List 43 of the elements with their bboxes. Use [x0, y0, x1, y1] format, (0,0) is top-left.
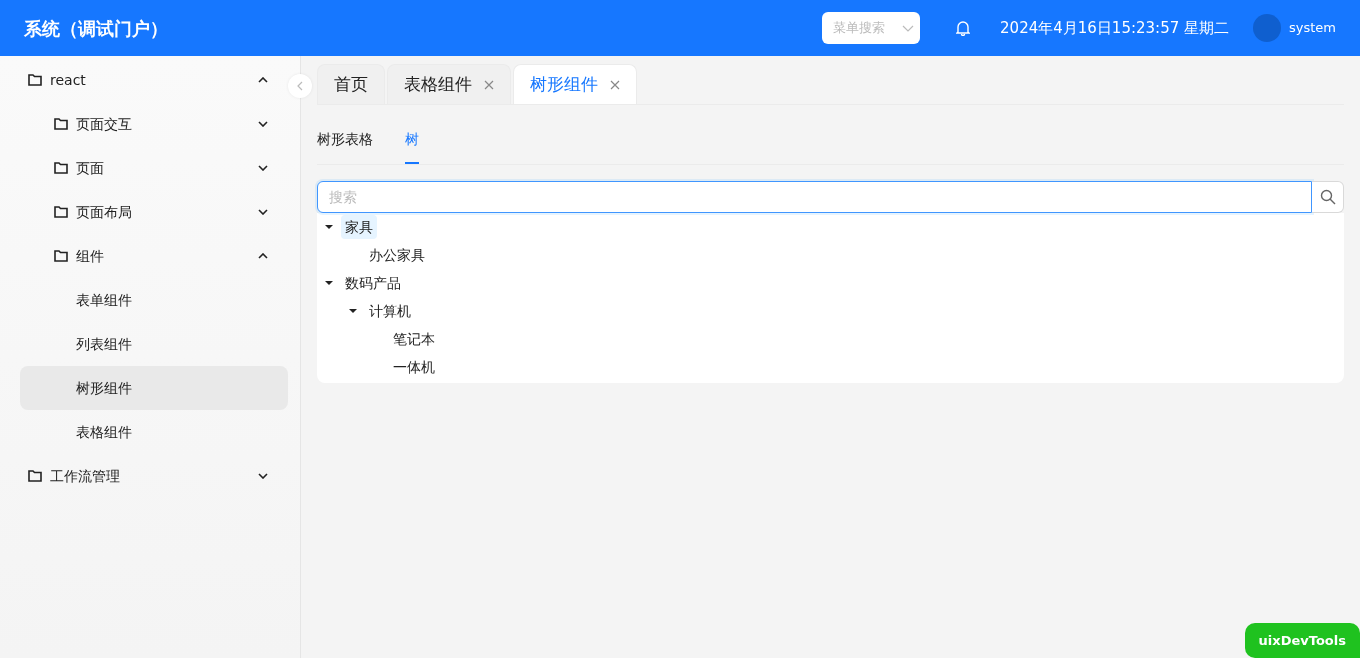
- folder-icon: [54, 206, 68, 218]
- menu-item[interactable]: 列表组件: [20, 322, 288, 366]
- datetime-text: 2024年4月16日15:23:57 星期二: [1000, 17, 1229, 39]
- menu-item[interactable]: 表格组件: [20, 410, 288, 454]
- search-icon: [1319, 189, 1336, 205]
- page-tab[interactable]: 表格组件: [387, 64, 511, 104]
- tree-node[interactable]: 办公家具: [365, 243, 429, 267]
- tree-node[interactable]: 家具: [341, 215, 377, 239]
- tree-search-field[interactable]: 搜索: [317, 181, 1312, 213]
- chevron-down-icon: [258, 165, 268, 171]
- chevron-down-icon: [258, 121, 268, 127]
- folder-icon: [54, 162, 68, 174]
- sub-tab[interactable]: 树: [405, 117, 419, 164]
- bell-icon[interactable]: [956, 20, 971, 36]
- folder-icon: [54, 250, 68, 262]
- folder-icon: [28, 470, 42, 482]
- search-button[interactable]: [1312, 181, 1344, 213]
- chevron-up-icon: [258, 253, 268, 259]
- tree-node[interactable]: 计算机: [365, 299, 415, 323]
- menu-item[interactable]: 工作流管理: [20, 454, 288, 498]
- close-icon[interactable]: [484, 79, 494, 90]
- menu-item[interactable]: 树形组件: [20, 366, 288, 410]
- menu-item[interactable]: 组件: [20, 234, 288, 278]
- page-tab[interactable]: 树形组件: [513, 64, 637, 104]
- sub-tab[interactable]: 树形表格: [317, 117, 373, 164]
- tree-node[interactable]: 笔记本: [389, 327, 439, 351]
- close-icon[interactable]: [610, 79, 620, 90]
- menu-item[interactable]: 页面交互: [20, 102, 288, 146]
- username: system: [1289, 19, 1336, 38]
- menu-item[interactable]: 页面布局: [20, 190, 288, 234]
- menu-item[interactable]: 页面: [20, 146, 288, 190]
- folder-icon: [28, 74, 42, 86]
- chevron-down-icon: [258, 473, 268, 479]
- chevron-up-icon: [258, 77, 268, 83]
- menu-item[interactable]: react: [20, 58, 288, 102]
- tree-node[interactable]: 数码产品: [341, 271, 405, 295]
- tree-node[interactable]: 一体机: [389, 355, 439, 379]
- app-title: 系统（调试门户）: [24, 16, 168, 41]
- chevron-down-icon: [258, 209, 268, 215]
- folder-icon: [54, 118, 68, 130]
- menu-item[interactable]: 表单组件: [20, 278, 288, 322]
- page-tab[interactable]: 首页: [317, 64, 385, 104]
- chevron-left-icon: [297, 81, 303, 91]
